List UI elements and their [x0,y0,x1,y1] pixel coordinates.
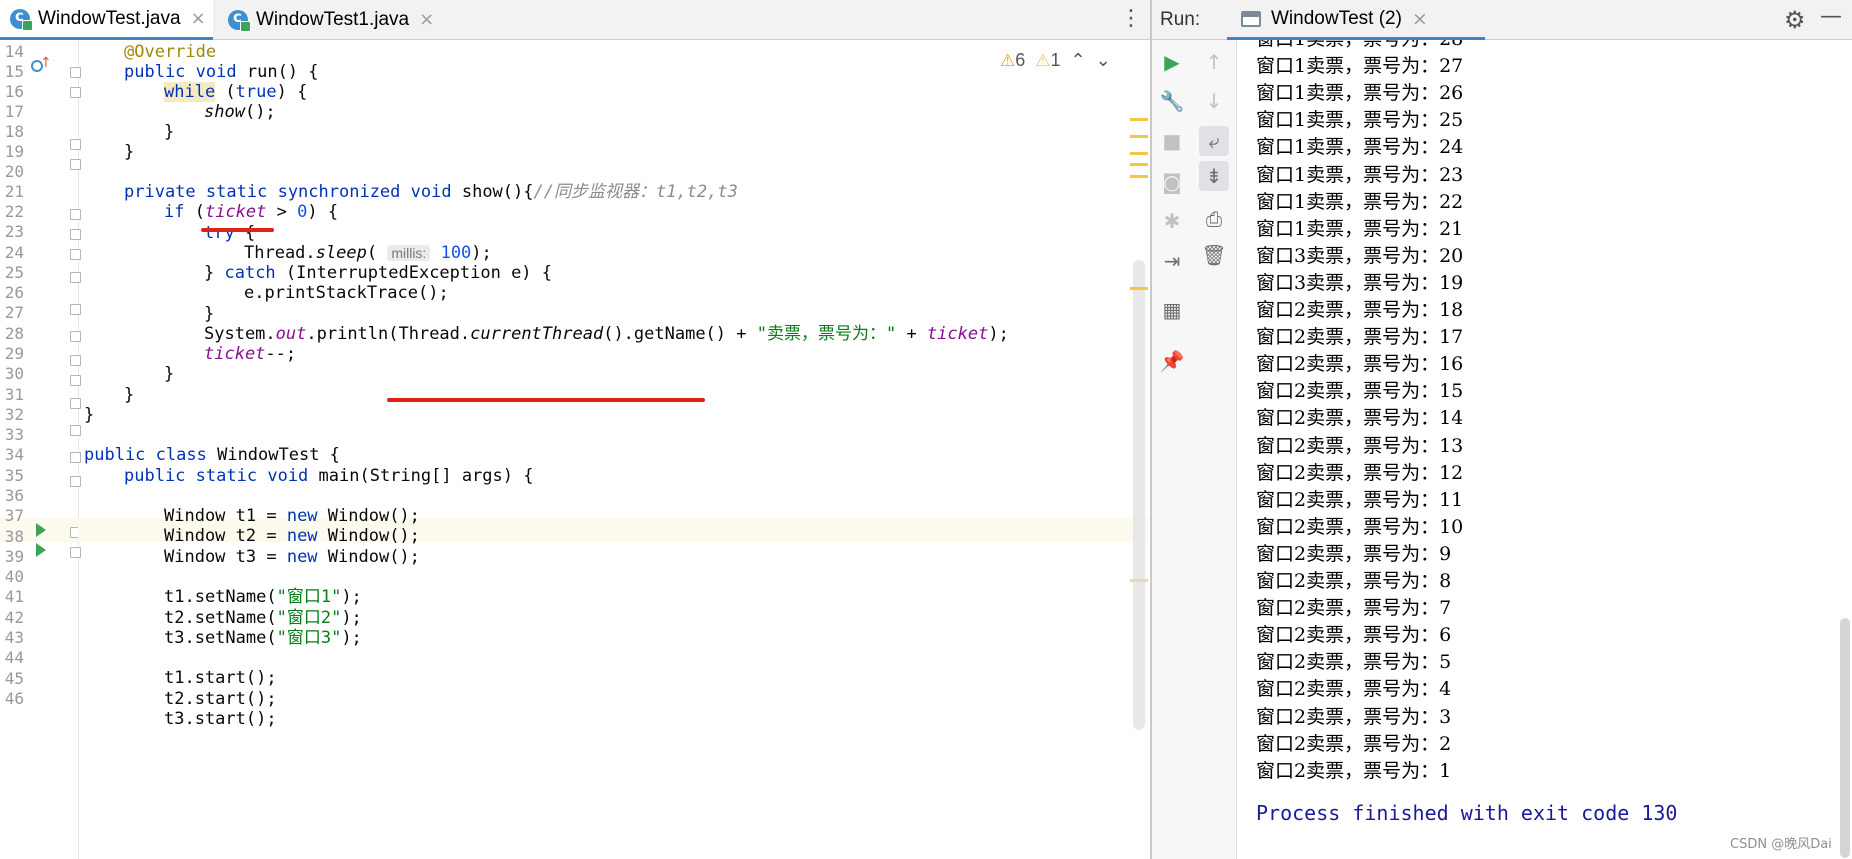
console-line: 窗口2卖票，票号为：5 [1256,651,1452,674]
warning-icon: ⚠ [1000,50,1016,70]
console-line: 窗口1卖票，票号为：28 [1256,40,1463,53]
inspection-widget[interactable]: ⚠6 ⚠1 ⌃ ⌄ [1000,48,1111,72]
run-toolbar-secondary: ↑ ↓ ⤶ ⇟ ⎙ 🗑 [1192,40,1237,859]
close-icon[interactable]: × [1412,8,1428,30]
warning-stripe-marker[interactable] [1130,118,1148,121]
tab-windowtest-java[interactable]: WindowTest.java × [0,0,213,40]
console-line: 窗口2卖票，票号为：6 [1256,624,1452,647]
java-class-icon [228,8,251,32]
console-line: 窗口2卖票，票号为：1 [1256,759,1452,782]
java-class-icon [10,7,33,31]
down-arrow-icon[interactable]: ↓ [1199,86,1229,116]
layout-icon[interactable]: ▦ [1157,295,1187,325]
warning-stripe-marker[interactable] [1130,152,1148,155]
more-options-icon[interactable]: ⋮ [1120,6,1142,31]
console-line: 窗口1卖票，票号为：26 [1256,82,1464,105]
console-line: 窗口2卖票，票号为：18 [1256,299,1464,321]
console-line: 窗口2卖票，票号为：11 [1256,488,1464,511]
debug-icon[interactable]: ✱ [1157,206,1187,236]
code-line-19: } [124,142,135,162]
warning-stripe-marker[interactable] [1130,135,1148,138]
console-line: 窗口2卖票，票号为：3 [1256,705,1452,728]
console-line: 窗口3卖票，票号为：19 [1256,271,1464,294]
run-tab-windowtest[interactable]: WindowTest (2) × [1227,0,1485,40]
camera-icon[interactable]: ◙ [1157,167,1187,197]
run-main-icon[interactable] [36,543,46,557]
editor-tab-bar: WindowTest.java × WindowTest1.java × ⋮ [0,0,1150,40]
watermark: CSDN @晚风Dai [1730,837,1832,852]
console-line: 窗口2卖票，票号为：10 [1256,515,1464,538]
red-underline-static [201,228,274,232]
code-line-35: public static void main(String[] args) { [124,466,534,486]
run-toolbar-primary: ▶ 🔧 ■ ◙ ✱ ⇥ ▦ 📌 [1152,40,1193,859]
minimize-icon[interactable]: — [1820,4,1842,29]
console-line: 窗口2卖票，票号为：13 [1256,434,1464,457]
code-line-43: t3.setName("窗口3"); [164,628,362,648]
print-icon[interactable]: ⎙ [1199,204,1229,234]
console-line: 窗口3卖票，票号为：20 [1256,244,1464,267]
warning-stripe-marker[interactable] [1130,163,1148,166]
gear-icon[interactable]: ⚙ [1784,6,1806,34]
line-number: 46 [4,689,24,708]
console-line: 窗口1卖票，票号为：27 [1256,55,1464,78]
console-line: 窗口2卖票，票号为：8 [1256,570,1452,592]
tab-windowtest1-java[interactable]: WindowTest1.java × [218,0,443,39]
console-line: 窗口1卖票，票号为：22 [1256,190,1464,213]
console-line: 窗口2卖票，票号为：16 [1256,353,1464,376]
scroll-to-end-icon[interactable]: ⇟ [1199,161,1229,191]
login-icon[interactable]: ⇥ [1157,246,1187,276]
console-line: 窗口2卖票，票号为：14 [1256,407,1464,430]
editor-scrollbar[interactable] [1133,260,1145,730]
console-line: 窗口1卖票，票号为：21 [1256,217,1464,240]
pin-icon[interactable]: 📌 [1157,346,1187,376]
console-line: 窗口1卖票，票号为：25 [1256,109,1464,132]
wrench-icon[interactable]: 🔧 [1157,86,1187,116]
process-finished-message: Process finished with exit code 130 [1256,801,1678,825]
warning-stripe-marker[interactable] [1130,287,1148,290]
run-tool-header: Run: WindowTest (2) × ⚙ — [1152,0,1852,40]
console-line: 窗口2卖票，票号为：2 [1256,732,1452,755]
weak-stripe-marker[interactable] [1130,579,1148,582]
code-editor[interactable]: @Override public void run() { while (tru… [78,40,1150,859]
console-line: 窗口2卖票，票号为：17 [1256,326,1464,349]
console-line: 窗口2卖票，票号为：7 [1256,597,1452,620]
code-line-39: Window t3 = new Window(); [164,547,420,567]
next-highlight-icon[interactable]: ⌄ [1096,50,1111,71]
run-label: Run: [1160,9,1201,30]
console-line: 窗口2卖票，票号为：15 [1256,380,1464,403]
prev-highlight-icon[interactable]: ⌃ [1071,50,1086,71]
run-class-icon[interactable] [36,523,46,537]
close-icon[interactable]: × [191,8,206,29]
console-line: 窗口2卖票，票号为：9 [1256,542,1452,565]
tab-label: WindowTest.java [38,7,181,29]
stop-icon[interactable]: ■ [1157,126,1187,156]
run-tab-label: WindowTest (2) [1271,7,1402,29]
code-line-47: t3.start(); [164,709,277,729]
tab-label: WindowTest1.java [256,8,410,30]
console-scroll-thumb[interactable] [1840,618,1850,858]
console-line: 窗口2卖票，票号为：4 [1256,678,1452,701]
trash-icon[interactable]: 🗑 [1199,240,1229,270]
code-line-32: } [84,405,95,425]
console-line: 窗口2卖票，票号为：12 [1256,461,1464,484]
up-arrow-icon: ↑ [40,55,52,71]
console-line: 窗口1卖票，票号为：23 [1256,163,1464,186]
weak-warning-count[interactable]: ⚠1 [1035,50,1060,71]
console-icon [1241,10,1261,27]
up-arrow-icon[interactable]: ↑ [1199,47,1229,77]
console-output[interactable]: 窗口1卖票，票号为：28 窗口1卖票，票号为：27 窗口1卖票，票号为：26 窗口1卖… [1238,40,1838,859]
warning-count[interactable]: ⚠6 [1000,50,1025,71]
param-hint: millis: [387,245,431,261]
warning-stripe-marker[interactable] [1130,175,1148,178]
red-underline-getname [387,398,705,402]
soft-wrap-icon[interactable]: ⤶ [1199,126,1229,156]
console-line: 窗口1卖票，票号为：24 [1256,136,1464,159]
close-icon[interactable]: × [419,9,434,30]
rerun-icon[interactable]: ▶ [1157,47,1187,77]
weak-warning-icon: ⚠ [1035,50,1051,70]
